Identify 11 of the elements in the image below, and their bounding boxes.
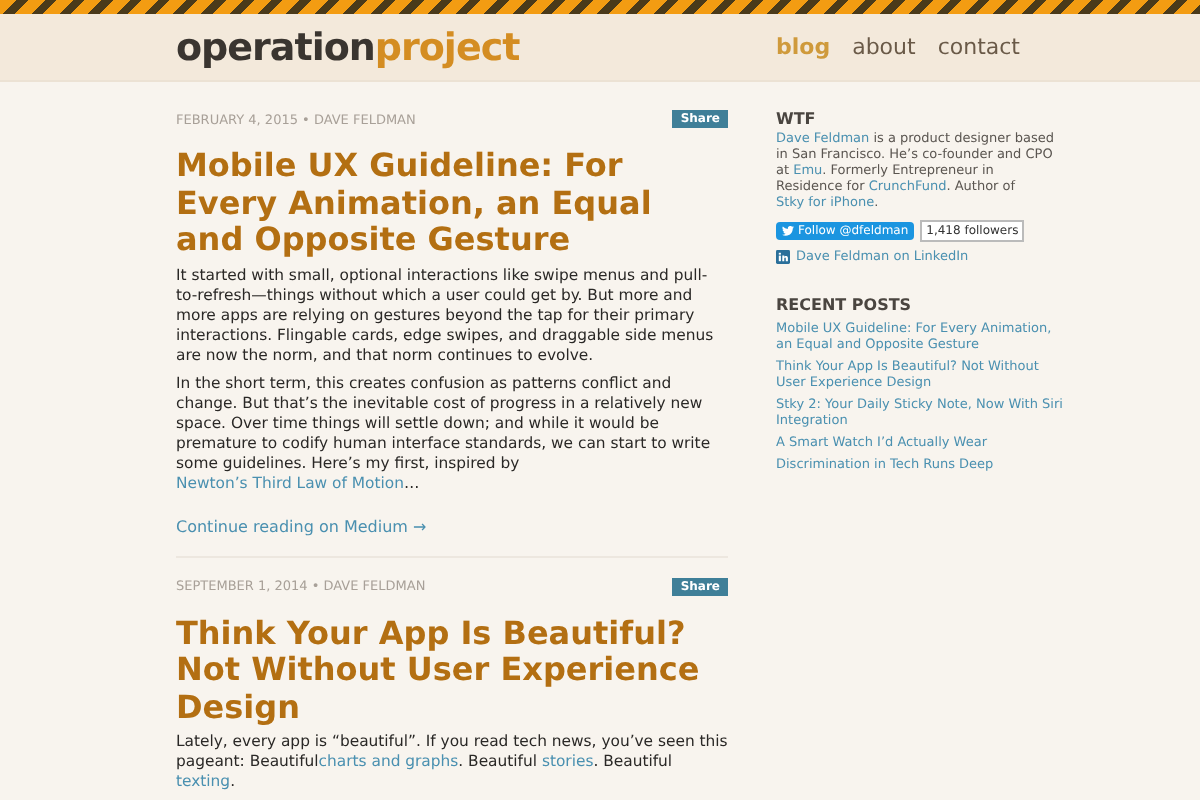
nav-link[interactable]: about — [852, 34, 916, 60]
post-title[interactable]: Think Your App Is Beautiful? Not Without User Experience Design — [176, 615, 728, 726]
post-title[interactable]: Mobile UX Guideline: For Every Animation, an Equal and Opposite Gesture — [176, 148, 728, 259]
site-logo[interactable]: operationproject — [176, 25, 520, 69]
linkedin-icon — [776, 249, 790, 263]
continue-reading-link[interactable]: Continue reading on Medium → — [176, 517, 427, 535]
sidebar-heading: WTF — [776, 110, 818, 128]
nav-link[interactable]: blog — [776, 34, 831, 60]
bird-icon — [782, 226, 794, 236]
nav-link[interactable]: contact — [937, 34, 1020, 60]
sidebar-heading: RECENT POSTS — [776, 296, 914, 314]
